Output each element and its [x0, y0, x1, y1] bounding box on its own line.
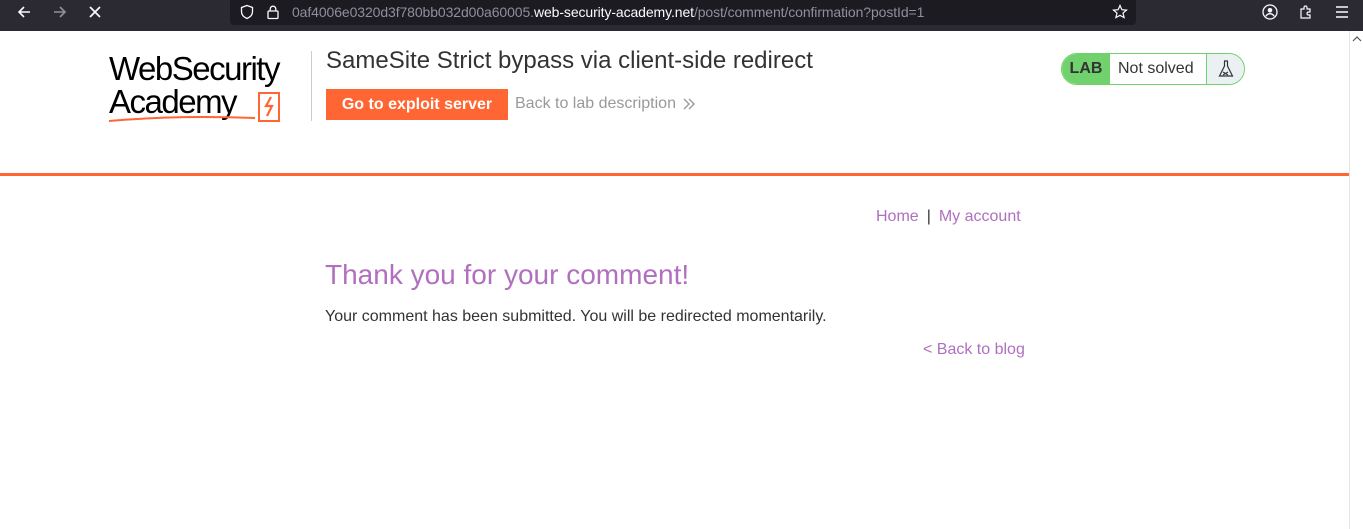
lab-state: Not solved	[1118, 60, 1194, 77]
lock-icon[interactable]	[261, 0, 285, 24]
header-accent-rule	[0, 173, 1349, 176]
lab-status-widget: LAB Not solved	[1061, 53, 1245, 85]
go-to-exploit-server-button[interactable]: Go to exploit server	[326, 89, 508, 120]
my-account-link[interactable]: My account	[939, 208, 1021, 225]
nav-separator: |	[926, 208, 931, 225]
extensions-icon[interactable]	[1294, 0, 1318, 24]
lab-title: SameSite Strict bypass via client-side r…	[326, 47, 813, 74]
home-link[interactable]: Home	[876, 208, 919, 225]
back-arrow-icon[interactable]	[9, 0, 39, 24]
url-host: web-security-academy.net	[533, 4, 694, 20]
url-path: /post/comment/confirmation?postId=1	[693, 4, 925, 20]
menu-icon[interactable]	[1330, 0, 1354, 24]
double-chevron-right-icon	[683, 98, 695, 110]
stop-loading-icon[interactable]	[80, 0, 110, 24]
account-icon[interactable]	[1258, 0, 1282, 24]
flask-icon	[1206, 54, 1244, 84]
top-navigation: Home | My account	[876, 208, 1021, 226]
browser-toolbar: 0af4006e0320d3f780bb032d00a60005.web-sec…	[0, 0, 1363, 31]
logo-text-line1: WebSecurity	[109, 50, 280, 87]
logo-mark-icon	[258, 92, 280, 122]
bookmark-star-icon[interactable]	[1108, 0, 1132, 24]
shield-icon[interactable]	[235, 0, 259, 24]
scroll-up-icon[interactable]	[1352, 35, 1362, 43]
url-prefix: 0af4006e0320d3f780bb032d00a60005.	[292, 4, 534, 20]
back-to-lab-label: Back to lab description	[515, 95, 676, 112]
url-text[interactable]: 0af4006e0320d3f780bb032d00a60005.web-sec…	[292, 4, 924, 20]
logo-swoosh-icon	[108, 116, 256, 122]
back-to-lab-description-link[interactable]: Back to lab description	[515, 95, 696, 113]
lab-badge: LAB	[1062, 54, 1110, 84]
page-scrollbar[interactable]	[1349, 31, 1363, 529]
header-divider	[311, 51, 312, 121]
forward-arrow-icon[interactable]	[45, 0, 75, 24]
address-bar[interactable]: 0af4006e0320d3f780bb032d00a60005.web-sec…	[230, 0, 1136, 25]
page-heading: Thank you for your comment!	[325, 259, 690, 290]
web-security-academy-logo[interactable]: WebSecurity Academy	[107, 51, 307, 125]
confirmation-message: Your comment has been submitted. You wil…	[325, 308, 827, 325]
back-to-blog-link[interactable]: < Back to blog	[923, 341, 1025, 359]
